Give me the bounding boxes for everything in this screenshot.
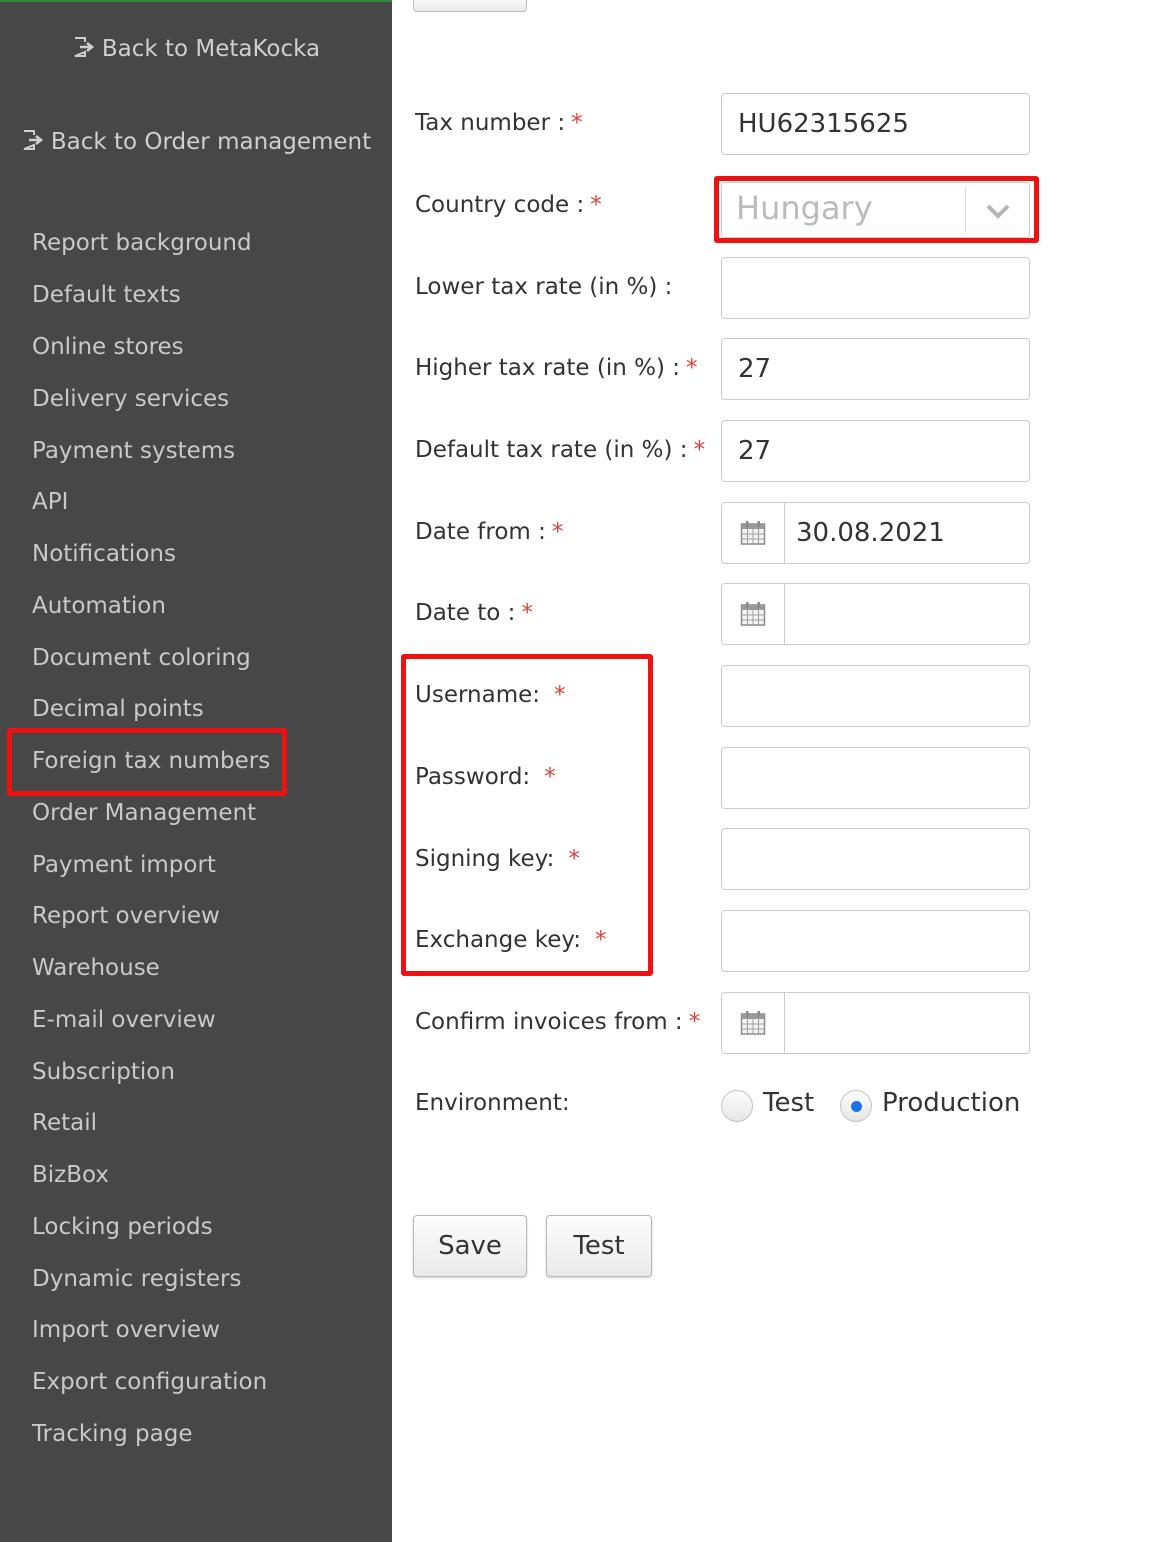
sidebar-item-import-overview[interactable]: Import overview: [32, 1317, 220, 1343]
sidebar-item-automation[interactable]: Automation: [32, 593, 166, 619]
tax-number-input[interactable]: [721, 93, 1030, 155]
required-marker: *: [544, 764, 556, 790]
date-from-label: Date from : *: [415, 519, 564, 545]
password-label: Password: *: [415, 764, 556, 790]
sidebar-item-notifications[interactable]: Notifications: [32, 541, 176, 567]
required-marker: *: [685, 355, 698, 381]
default-tax-rate-label: Default tax rate (in %) : *: [415, 437, 706, 463]
confirm-invoices-calendar-button[interactable]: [722, 993, 785, 1053]
required-marker: *: [551, 519, 564, 545]
sign-out-icon: [23, 130, 43, 150]
sidebar-item-order-management[interactable]: Order Management: [32, 800, 256, 826]
back-to-metakocka-link[interactable]: Back to MetaKocka: [0, 36, 392, 62]
test-button[interactable]: Test: [546, 1215, 652, 1277]
sidebar-item-payment-systems[interactable]: Payment systems: [32, 438, 235, 464]
lower-tax-rate-label: Lower tax rate (in %) :: [415, 274, 673, 300]
sign-out-icon: [74, 37, 94, 57]
signing-key-label: Signing key: *: [415, 846, 580, 872]
required-marker: *: [571, 110, 583, 136]
sidebar-item-document-coloring[interactable]: Document coloring: [32, 645, 251, 671]
date-to-calendar-button[interactable]: [722, 584, 785, 644]
date-to-label: Date to : *: [415, 600, 533, 626]
required-marker: *: [688, 1009, 701, 1035]
date-from-picker: [721, 502, 1030, 564]
chevron-down-icon: [986, 204, 1010, 219]
signing-key-input[interactable]: [721, 828, 1030, 890]
sidebar-item-subscription[interactable]: Subscription: [32, 1059, 175, 1085]
country-code-value: Hungary: [736, 189, 873, 227]
date-to-input[interactable]: [786, 584, 1029, 644]
back-to-order-management-label: Back to Order management: [50, 129, 372, 155]
date-from-input[interactable]: [786, 503, 1029, 563]
required-marker: *: [595, 927, 607, 953]
environment-test-label[interactable]: Test: [763, 1088, 814, 1118]
date-to-picker: [721, 583, 1030, 645]
exchange-key-input[interactable]: [721, 910, 1030, 972]
sidebar-item-payment-import[interactable]: Payment import: [32, 852, 216, 878]
confirm-invoices-from-label: Confirm invoices from : *: [415, 1009, 701, 1035]
sidebar-item-warehouse[interactable]: Warehouse: [32, 955, 160, 981]
top-button-partial[interactable]: [413, 0, 527, 12]
calendar-icon: [740, 602, 766, 626]
sidebar-item-default-texts[interactable]: Default texts: [32, 282, 181, 308]
environment-production-radio[interactable]: [840, 1090, 872, 1122]
default-tax-rate-input[interactable]: [721, 420, 1030, 482]
sidebar-item-online-stores[interactable]: Online stores: [32, 334, 184, 360]
sidebar-item-retail[interactable]: Retail: [32, 1110, 97, 1136]
sidebar-item-dynamic-registers[interactable]: Dynamic registers: [32, 1266, 241, 1292]
sidebar-item-decimal-points[interactable]: Decimal points: [32, 696, 204, 722]
sidebar-item-delivery-services[interactable]: Delivery services: [32, 386, 229, 412]
environment-label: Environment:: [415, 1090, 570, 1116]
sidebar-item-api[interactable]: API: [32, 489, 68, 515]
sidebar-item-tracking-page[interactable]: Tracking page: [32, 1421, 193, 1447]
environment-production-label[interactable]: Production: [882, 1088, 1020, 1118]
back-to-order-management-link[interactable]: Back to Order management: [0, 129, 392, 155]
country-code-label: Country code : *: [415, 192, 602, 218]
lower-tax-rate-input[interactable]: [721, 257, 1030, 319]
calendar-icon: [740, 521, 766, 545]
sidebar-item-bizbox[interactable]: BizBox: [32, 1162, 109, 1188]
confirm-invoices-from-input[interactable]: [786, 993, 1029, 1053]
sidebar-item-report-overview[interactable]: Report overview: [32, 903, 220, 929]
higher-tax-rate-input[interactable]: [721, 338, 1030, 400]
radio-selected-dot: [851, 1101, 862, 1112]
date-from-calendar-button[interactable]: [722, 503, 785, 563]
sidebar-item-email-overview[interactable]: E-mail overview: [32, 1007, 216, 1033]
sidebar-item-report-background[interactable]: Report background: [32, 230, 252, 256]
confirm-invoices-from-picker: [721, 992, 1030, 1054]
sidebar-item-locking-periods[interactable]: Locking periods: [32, 1214, 213, 1240]
back-to-metakocka-label: Back to MetaKocka: [101, 36, 321, 62]
save-button[interactable]: Save: [413, 1215, 527, 1277]
exchange-key-label: Exchange key: *: [415, 927, 607, 953]
environment-test-radio[interactable]: [721, 1090, 753, 1122]
required-marker: *: [554, 682, 566, 708]
required-marker: *: [693, 437, 706, 463]
password-input[interactable]: [721, 747, 1030, 809]
required-marker: *: [568, 846, 580, 872]
sidebar-item-export-configuration[interactable]: Export configuration: [32, 1369, 267, 1395]
higher-tax-rate-label: Higher tax rate (in %) : *: [415, 355, 698, 381]
tax-number-label: Tax number : *: [415, 110, 583, 136]
select-separator: [965, 187, 966, 233]
calendar-icon: [740, 1011, 766, 1035]
sidebar-top-accent: [0, 0, 392, 2]
sidebar-item-foreign-tax-numbers[interactable]: Foreign tax numbers: [32, 748, 270, 774]
required-marker: *: [590, 192, 602, 218]
username-input[interactable]: [721, 665, 1030, 727]
country-code-select[interactable]: Hungary: [721, 182, 1030, 238]
sidebar: Back to MetaKocka Back to Order manageme…: [0, 0, 392, 1542]
username-label: Username: *: [415, 682, 566, 708]
required-marker: *: [521, 600, 533, 626]
